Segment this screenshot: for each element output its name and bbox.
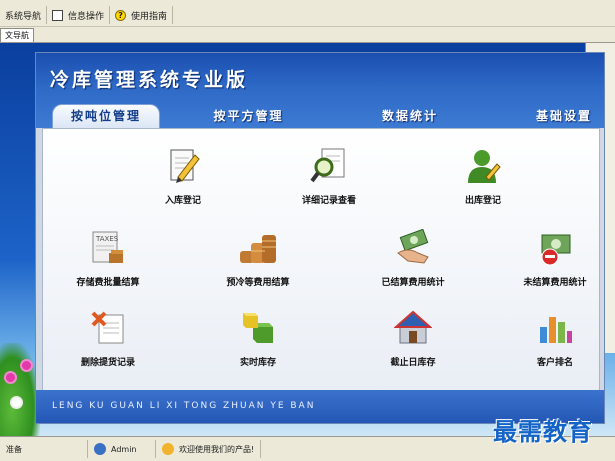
item-realtime-stock[interactable]: 实时库存 — [208, 309, 308, 368]
help-guide-button[interactable]: ? 使用指南 — [110, 6, 174, 24]
flower-decoration — [6, 373, 15, 382]
nav-button[interactable]: 系统导航 — [0, 6, 48, 24]
cubes-icon — [239, 309, 277, 347]
taxes-calculator-icon: TAXES — [89, 229, 127, 267]
item-storage-settle-label: 存储费批量结算 — [76, 278, 140, 288]
info-operation-label: 信息操作 — [68, 11, 105, 22]
user-icon — [94, 443, 106, 455]
function-panel: 入库登记 详细记录查看 出库登记 TAXES 存储费批量结算 预冷等费用结算 已… — [42, 128, 600, 392]
item-customer-rank[interactable]: 客户排名 — [505, 309, 605, 368]
app-footer-text: LENG KU GUAN LI XI TONG ZHUAN YE BAN — [52, 401, 316, 411]
status-welcome-label: 欢迎使用我们的产品! — [179, 444, 255, 454]
item-record-view-label: 详细记录查看 — [301, 196, 356, 206]
item-precool-settle-label: 预冷等费用结算 — [226, 278, 290, 288]
status-user-label: Admin — [111, 444, 137, 454]
info-operation-button[interactable]: 信息操作 — [47, 6, 111, 24]
item-settled-stats-label: 已结算费用统计 — [381, 278, 445, 288]
app-window: 冷库管理系统专业版 按吨位管理 按平方管理 数据统计 基础设置 入库登记 详细记… — [35, 52, 605, 424]
item-cutoff-stock[interactable]: 截止日库存 — [363, 309, 463, 368]
item-stock-in-label: 入库登记 — [164, 196, 201, 206]
item-realtime-stock-label: 实时库存 — [239, 358, 276, 368]
status-welcome: 欢迎使用我们的产品! — [156, 440, 262, 458]
flower-decoration — [12, 398, 21, 407]
help-guide-label: 使用指南 — [131, 11, 168, 22]
item-unsettled-stats-label: 未结算费用统计 — [523, 278, 587, 288]
tab-statistics[interactable]: 数据统计 — [351, 105, 469, 127]
item-unsettled-stats[interactable]: 未结算费用统计 — [505, 229, 605, 288]
item-stock-out-label: 出库登记 — [464, 196, 501, 206]
warehouse-icon — [393, 309, 433, 347]
grass-decoration — [0, 343, 40, 436]
status-ready: 准备 — [0, 440, 88, 458]
tab-tonnage[interactable]: 按吨位管理 — [52, 104, 160, 128]
tab-settings[interactable]: 基础设置 — [509, 105, 615, 127]
main-tabs: 按吨位管理 按平方管理 数据统计 基础设置 — [52, 104, 615, 129]
watermark-logo: 最需教育 — [493, 417, 593, 446]
bar-ranking-icon — [536, 309, 574, 347]
user-edit-icon — [464, 147, 502, 185]
item-precool-settle[interactable]: 预冷等费用结算 — [208, 229, 308, 288]
checkbox-icon — [52, 9, 64, 21]
item-stock-in[interactable]: 入库登记 — [133, 147, 233, 206]
app-header: 冷库管理系统专业版 按吨位管理 按平方管理 数据统计 基础设置 — [36, 53, 604, 128]
item-storage-settle[interactable]: TAXES 存储费批量结算 — [58, 229, 158, 288]
item-settled-stats[interactable]: 已结算费用统计 — [363, 228, 463, 288]
item-cutoff-stock-label: 截止日库存 — [390, 358, 436, 368]
coin-stack-icon — [239, 229, 277, 267]
host-tabstrip: 文导航 — [0, 26, 615, 42]
magnifier-icon — [310, 147, 348, 185]
tab-square-meter[interactable]: 按平方管理 — [186, 105, 311, 127]
nav-button-label: 系统导航 — [5, 11, 42, 22]
money-no-icon — [536, 229, 574, 267]
status-user: Admin — [88, 440, 156, 458]
help-icon: ? — [115, 9, 127, 21]
item-delete-pickup[interactable]: 删除提货记录 — [58, 309, 158, 368]
app-title: 冷库管理系统专业版 — [50, 69, 249, 91]
svg-text:TAXES: TAXES — [95, 235, 119, 243]
flower-decoration — [22, 361, 31, 370]
item-customer-rank-label: 客户排名 — [536, 358, 573, 368]
status-ready-label: 准备 — [6, 444, 22, 454]
delete-document-icon — [89, 309, 127, 347]
item-delete-pickup-label: 删除提货记录 — [80, 358, 135, 368]
item-record-view[interactable]: 详细记录查看 — [279, 147, 379, 206]
host-toolbar: 系统导航 信息操作 ? 使用指南 — [0, 5, 174, 25]
money-hand-icon — [394, 228, 432, 267]
host-tab-nav[interactable]: 文导航 — [0, 28, 34, 42]
host-toolbar-area: 系统导航 信息操作 ? 使用指南 文导航 — [0, 0, 615, 43]
edit-document-icon — [164, 147, 202, 185]
item-stock-out[interactable]: 出库登记 — [433, 147, 533, 206]
info-icon — [162, 443, 174, 455]
